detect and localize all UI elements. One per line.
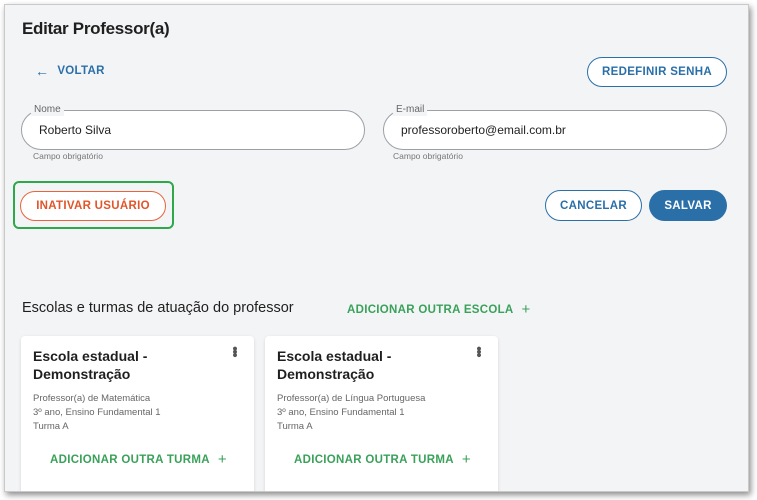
name-field-value: Roberto Silva [39, 123, 112, 137]
name-helper-text: Campo obrigatório [33, 151, 103, 161]
app-window: Editar Professor(a) ← VOLTAR REDEFINIR S… [4, 4, 749, 492]
school-card-grade: 3º ano, Ensino Fundamental 1 [33, 407, 161, 418]
add-class-label: ADICIONAR OUTRA TURMA [294, 453, 454, 466]
school-card-role: Professor(a) de Língua Portuguesa [277, 393, 426, 404]
school-card-role: Professor(a) de Matemática [33, 393, 151, 404]
page-title: Editar Professor(a) [22, 19, 170, 38]
school-card-class: Turma A [277, 421, 313, 432]
arrow-left-icon: ← [35, 63, 50, 79]
back-link[interactable]: ← VOLTAR [35, 64, 105, 78]
back-label: VOLTAR [57, 65, 105, 77]
add-class-button[interactable]: ADICIONAR OUTRA TURMA + [294, 452, 471, 467]
reset-password-button[interactable]: REDEFINIR SENHA [587, 57, 727, 87]
add-school-button[interactable]: ADICIONAR OUTRA ESCOLA + [347, 302, 531, 317]
plus-icon: + [461, 451, 471, 468]
schools-section-title: Escolas e turmas de atuação do professor [22, 300, 294, 316]
add-class-label: ADICIONAR OUTRA TURMA [50, 453, 210, 466]
school-card-title: Escola estadual - Demonstração [277, 348, 392, 382]
more-vertical-icon[interactable]: ••• [470, 346, 487, 356]
school-card-class: Turma A [33, 421, 69, 432]
plus-icon: + [521, 301, 531, 318]
school-card: Escola estadual - Demonstração ••• Profe… [265, 336, 498, 491]
plus-icon: + [217, 451, 227, 468]
add-school-label: ADICIONAR OUTRA ESCOLA [347, 303, 514, 316]
email-field-value: professoroberto@email.com.br [401, 123, 566, 137]
save-button[interactable]: SALVAR [649, 190, 727, 221]
email-field[interactable]: E-mail professoroberto@email.com.br [383, 104, 727, 150]
school-card-grade: 3º ano, Ensino Fundamental 1 [277, 407, 405, 418]
school-card-title: Escola estadual - Demonstração [33, 348, 148, 382]
email-field-label: E-mail [393, 104, 428, 116]
cancel-button[interactable]: CANCELAR [545, 190, 642, 221]
deactivate-user-button[interactable]: INATIVAR USUÁRIO [20, 191, 166, 221]
name-field-label: Nome [31, 104, 64, 116]
email-helper-text: Campo obrigatório [393, 151, 463, 161]
school-card: Escola estadual - Demonstração ••• Profe… [21, 336, 254, 491]
more-vertical-icon[interactable]: ••• [226, 346, 243, 356]
name-field[interactable]: Nome Roberto Silva [21, 104, 365, 150]
add-class-button[interactable]: ADICIONAR OUTRA TURMA + [50, 452, 227, 467]
